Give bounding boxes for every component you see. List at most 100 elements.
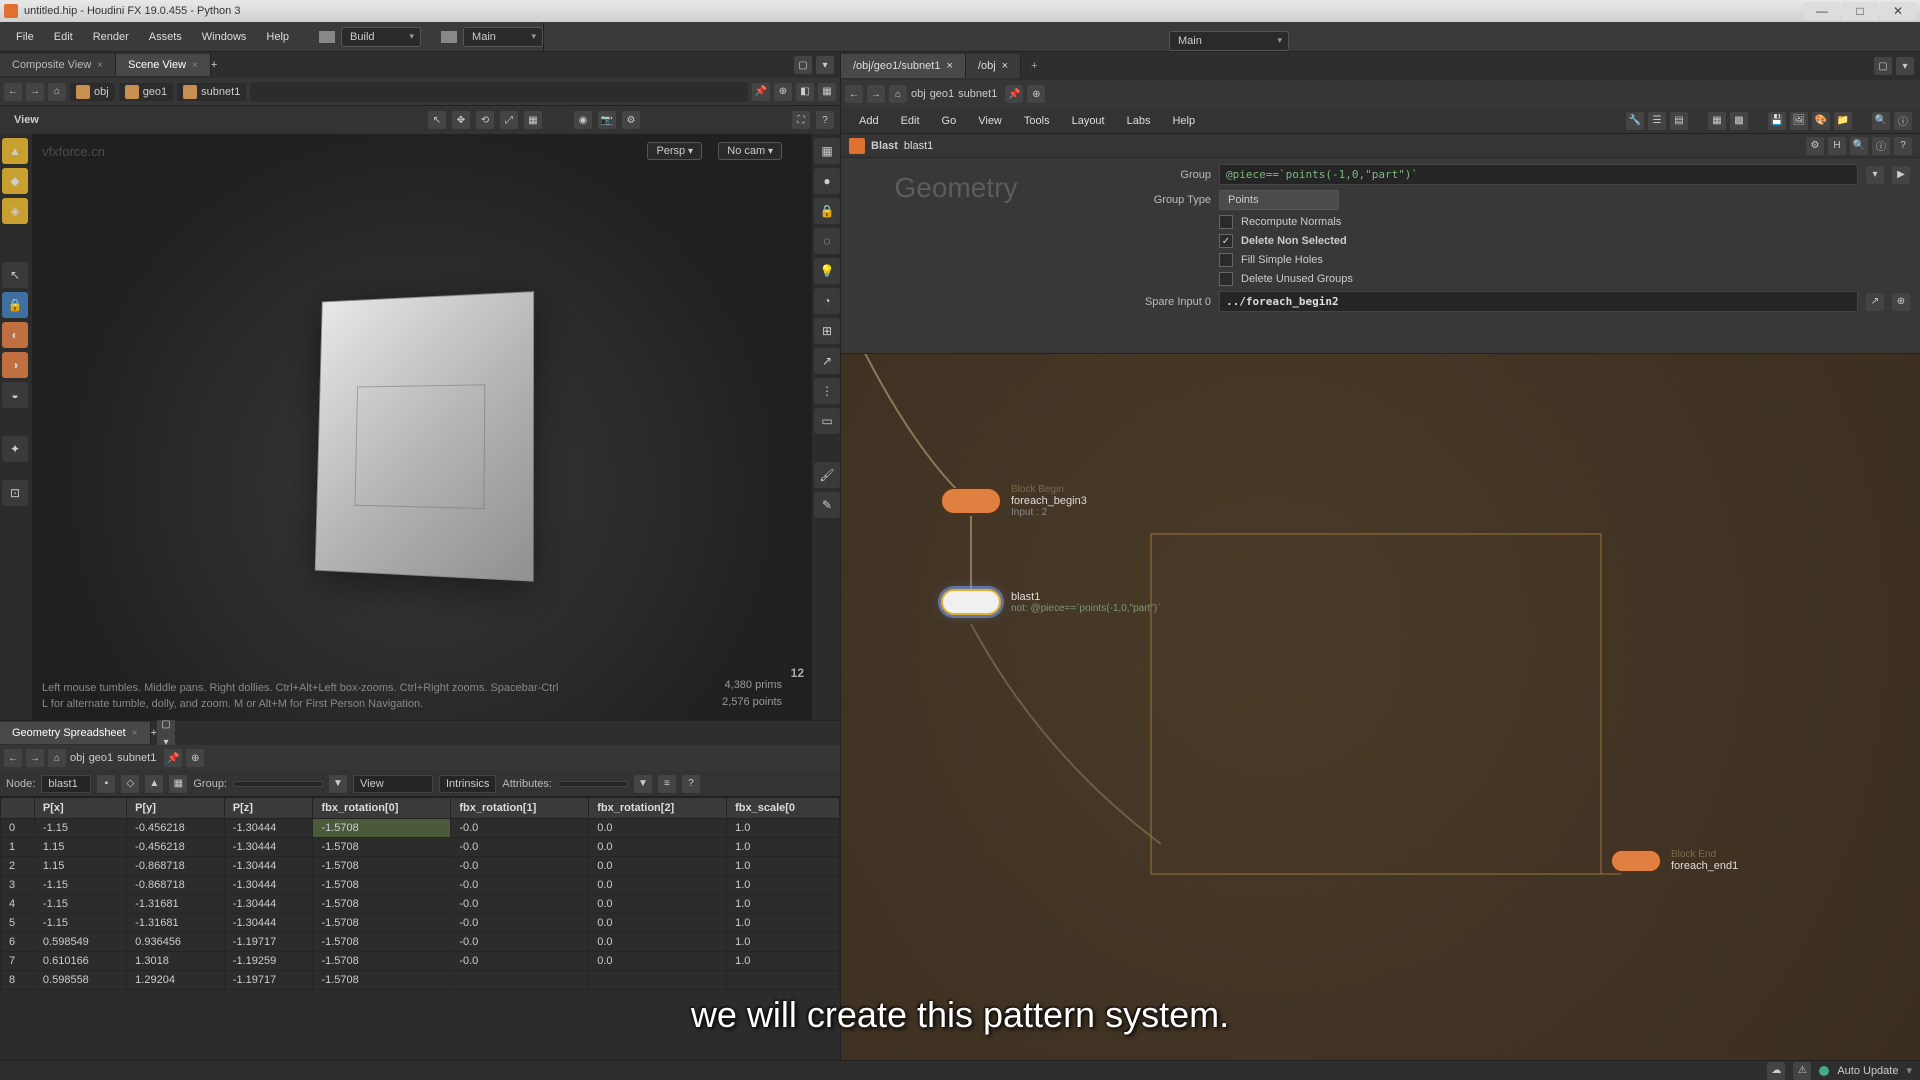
help-icon[interactable]: ?	[816, 111, 834, 129]
home-icon[interactable]: ⌂	[48, 83, 66, 101]
select-icon[interactable]: ↖	[428, 111, 446, 129]
palette-icon[interactable]: 🎨	[1812, 112, 1830, 130]
ss-path-subnet1[interactable]: subnet1	[117, 752, 156, 764]
back-icon[interactable]: ←	[4, 83, 22, 101]
net-menu-view[interactable]: View	[968, 111, 1012, 131]
table-header[interactable]: fbx_rotation[0]	[313, 798, 451, 819]
path-geo1[interactable]: geo1	[119, 83, 173, 101]
snapshot-icon[interactable]: ◧	[796, 83, 814, 101]
table-row[interactable]: 3-1.15-0.868718-1.30444-1.5708-0.00.01.0	[1, 876, 840, 895]
back-icon[interactable]: ←	[4, 749, 22, 767]
net-menu-go[interactable]: Go	[932, 111, 967, 131]
menu-help[interactable]: Help	[256, 25, 299, 49]
node-blast1[interactable]: blast1 not: @piece==`points(-1,0,"part")…	[941, 589, 1161, 615]
tab-scene-view[interactable]: Scene View×	[116, 54, 211, 76]
tool-pointer[interactable]: ↖	[2, 262, 28, 288]
display-lock-icon[interactable]: 🔒	[814, 198, 840, 224]
table-header[interactable]: P[z]	[224, 798, 313, 819]
grouptype-dropdown[interactable]: Points	[1219, 190, 1339, 210]
rotate-icon[interactable]: ⟲	[476, 111, 494, 129]
path-obj[interactable]: obj	[70, 83, 115, 101]
search-icon[interactable]: 🔍	[1850, 137, 1868, 155]
points-mode-icon[interactable]: ▪	[97, 775, 115, 793]
cloud-icon[interactable]: ☁	[1767, 1062, 1785, 1080]
jump-icon[interactable]: ↗	[1866, 293, 1884, 311]
attributes-field[interactable]	[558, 781, 628, 787]
tab-composite-view[interactable]: Composite View×	[0, 54, 116, 76]
folder-icon[interactable]: 📁	[1834, 112, 1852, 130]
menu-edit[interactable]: Edit	[44, 25, 83, 49]
tool-snap[interactable]: ◈	[2, 198, 28, 224]
node-field[interactable]: blast1	[41, 775, 91, 793]
path-subnet1[interactable]: subnet1	[177, 83, 246, 101]
help-icon[interactable]: ?	[1894, 137, 1912, 155]
net-menu-edit[interactable]: Edit	[891, 111, 930, 131]
table-header[interactable]: fbx_scale[0	[727, 798, 840, 819]
net-menu-add[interactable]: Add	[849, 111, 889, 131]
view-dropdown[interactable]: View	[353, 775, 433, 793]
wrench-icon[interactable]: 🔧	[1626, 112, 1644, 130]
menu-assets[interactable]: Assets	[139, 25, 192, 49]
table-header[interactable]: P[x]	[34, 798, 126, 819]
tool-axis[interactable]: ✦	[2, 436, 28, 462]
net-menu-layout[interactable]: Layout	[1062, 111, 1115, 131]
recompute-checkbox[interactable]	[1219, 215, 1233, 229]
save-icon[interactable]: 💾	[1768, 112, 1786, 130]
menu-windows[interactable]: Windows	[192, 25, 257, 49]
info-icon[interactable]: ⓘ	[1894, 112, 1912, 130]
search-icon[interactable]: 🔍	[1872, 112, 1890, 130]
table-row[interactable]: 60.5985490.936456-1.19717-1.5708-0.00.01…	[1, 933, 840, 952]
table-row[interactable]: 80.5985581.29204-1.19717-1.5708	[1, 971, 840, 990]
table-row[interactable]: 5-1.15-1.31681-1.30444-1.5708-0.00.01.0	[1, 914, 840, 933]
display-bbox-icon[interactable]: ▭	[814, 408, 840, 434]
camera-menu[interactable]: No cam ▾	[718, 142, 782, 160]
back-icon[interactable]: ←	[845, 85, 863, 103]
ss-path-geo1[interactable]: geo1	[89, 752, 113, 764]
display-bulb-icon[interactable]: ◔	[814, 288, 840, 314]
close-icon[interactable]: ×	[1002, 60, 1008, 72]
table-header[interactable]: fbx_rotation[2]	[589, 798, 727, 819]
choose-icon[interactable]: ⊕	[1892, 293, 1910, 311]
filter2-icon[interactable]: ▼	[634, 775, 652, 793]
pin-icon[interactable]: 📌	[752, 83, 770, 101]
record-icon[interactable]: ◉	[574, 111, 592, 129]
close-button[interactable]: ✕	[1880, 2, 1916, 20]
warning-icon[interactable]: ⚠	[1793, 1062, 1811, 1080]
display-points-icon[interactable]: ⋮	[814, 378, 840, 404]
link-icon[interactable]: ⊕	[774, 83, 792, 101]
reselect-icon[interactable]: ▶	[1892, 166, 1910, 184]
net-menu-help[interactable]: Help	[1162, 111, 1205, 131]
node-name-field[interactable]: blast1	[904, 140, 933, 152]
desktop-selector-build[interactable]: Build	[341, 27, 421, 47]
ss-path-obj[interactable]: obj	[70, 752, 85, 764]
image-icon[interactable]: 🖼	[1790, 112, 1808, 130]
display-normals-icon[interactable]: ↗	[814, 348, 840, 374]
minimize-button[interactable]: —	[1804, 2, 1840, 20]
text-icon[interactable]: ▤	[1670, 112, 1688, 130]
viewport[interactable]: vfxforce.cn Persp ▾ No cam ▾ Left mouse …	[32, 134, 812, 720]
net-menu-labs[interactable]: Labs	[1117, 111, 1161, 131]
display-wire-icon[interactable]: ▦	[814, 138, 840, 164]
tool-select[interactable]: ▲	[2, 138, 28, 164]
group-field[interactable]	[233, 781, 323, 787]
net-path-subnet1[interactable]: subnet1	[958, 88, 997, 100]
group-param-field[interactable]: @piece==`points(-1,0,"part")`	[1219, 164, 1858, 185]
delete-non-selected-checkbox[interactable]	[1219, 234, 1233, 248]
table-row[interactable]: 0-1.15-0.456218-1.30444-1.5708-0.00.01.0	[1, 819, 840, 838]
tab-obj[interactable]: /obj×	[966, 54, 1021, 78]
auto-update-label[interactable]: Auto Update	[1837, 1065, 1898, 1077]
maximize-button[interactable]: □	[1842, 2, 1878, 20]
delete-unused-checkbox[interactable]	[1219, 272, 1233, 286]
filter-icon[interactable]: ▼	[329, 775, 347, 793]
tool-lock[interactable]: 🔒	[2, 292, 28, 318]
forward-icon[interactable]: →	[26, 749, 44, 767]
view-label[interactable]: View	[6, 114, 47, 126]
forward-icon[interactable]: →	[867, 85, 885, 103]
expand-icon[interactable]: ⛶	[792, 111, 810, 129]
table-header[interactable]: fbx_rotation[1]	[451, 798, 589, 819]
display-shaded-icon[interactable]: ●	[814, 168, 840, 194]
scale-icon[interactable]: ⤢	[500, 111, 518, 129]
display-light-icon[interactable]: 💡	[814, 258, 840, 284]
add-tab-button[interactable]: +	[1021, 54, 1047, 78]
pen-icon[interactable]: ✎	[814, 492, 840, 518]
